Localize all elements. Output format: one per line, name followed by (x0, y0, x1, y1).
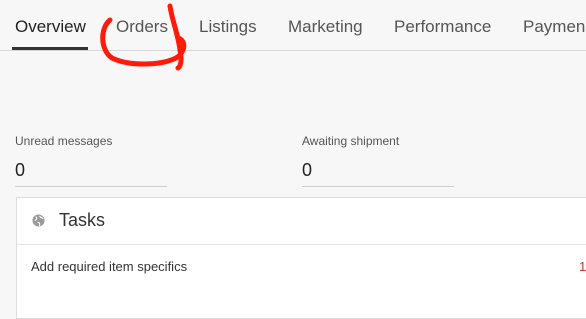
metric-value-awaiting-shipment[interactable]: 0 (302, 160, 312, 181)
task-item[interactable]: Add required item specifics 1 (17, 252, 586, 282)
tasks-title: Tasks (59, 210, 106, 230)
tasks-card: Tasks Add required item specifics 1 (16, 197, 586, 319)
tasks-header: Tasks (17, 198, 586, 245)
metric-value-unread-messages[interactable]: 0 (15, 160, 25, 181)
metric-label-awaiting-shipment: Awaiting shipment (302, 134, 400, 148)
metric-label-unread-messages: Unread messages (15, 134, 113, 148)
active-tab-indicator (12, 47, 88, 50)
tab-orders[interactable]: Orders (116, 17, 168, 37)
metric-divider (302, 186, 454, 187)
tab-performance[interactable]: Performance (394, 17, 491, 37)
tab-overview[interactable]: Overview (15, 17, 86, 37)
tab-marketing[interactable]: Marketing (288, 17, 363, 37)
task-count: 1 (579, 259, 586, 274)
task-label: Add required item specifics (31, 259, 188, 274)
metric-divider (15, 186, 167, 187)
globe-icon (32, 214, 45, 227)
tab-listings[interactable]: Listings (199, 17, 257, 37)
tab-payments[interactable]: Paymen (523, 17, 585, 37)
top-navigation: Overview Orders Listings Marketing Perfo… (0, 0, 586, 51)
